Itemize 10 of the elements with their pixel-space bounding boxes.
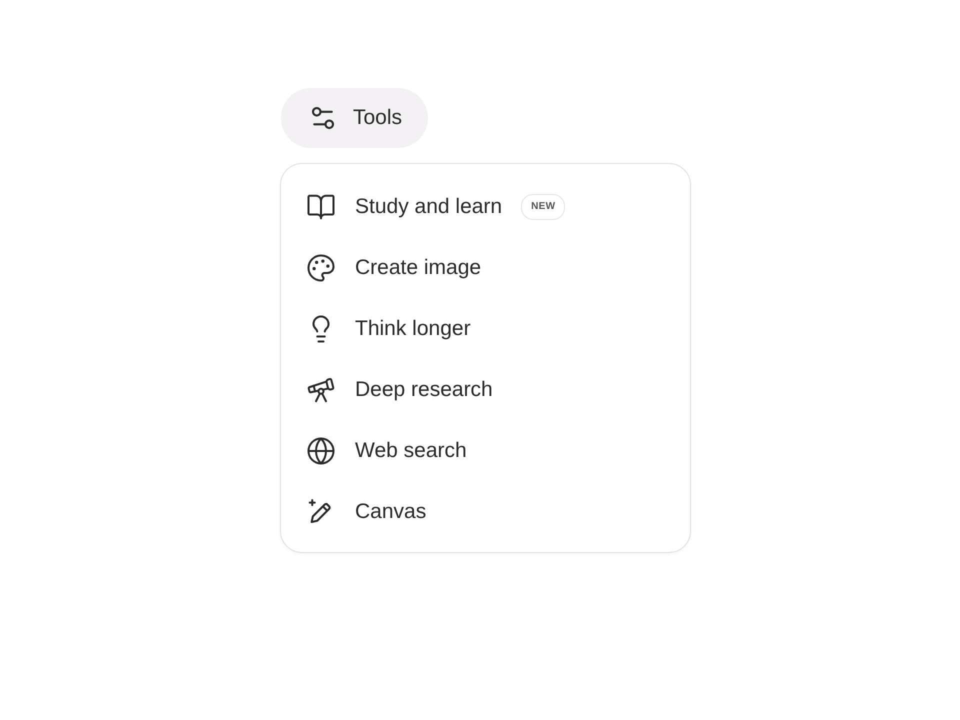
tools-button[interactable]: Tools (281, 88, 428, 148)
menu-item[interactable]: Web search (281, 420, 690, 481)
palette-icon (306, 252, 336, 282)
globe-icon (306, 436, 336, 466)
menu-item[interactable]: Canvas (281, 481, 690, 542)
menu-item[interactable]: Study and learn NEW (281, 176, 690, 237)
new-badge: NEW (521, 194, 566, 220)
menu-item[interactable]: Deep research (281, 359, 690, 420)
menu-item[interactable]: Create image (281, 237, 690, 298)
menu-item[interactable]: Think longer (281, 298, 690, 359)
